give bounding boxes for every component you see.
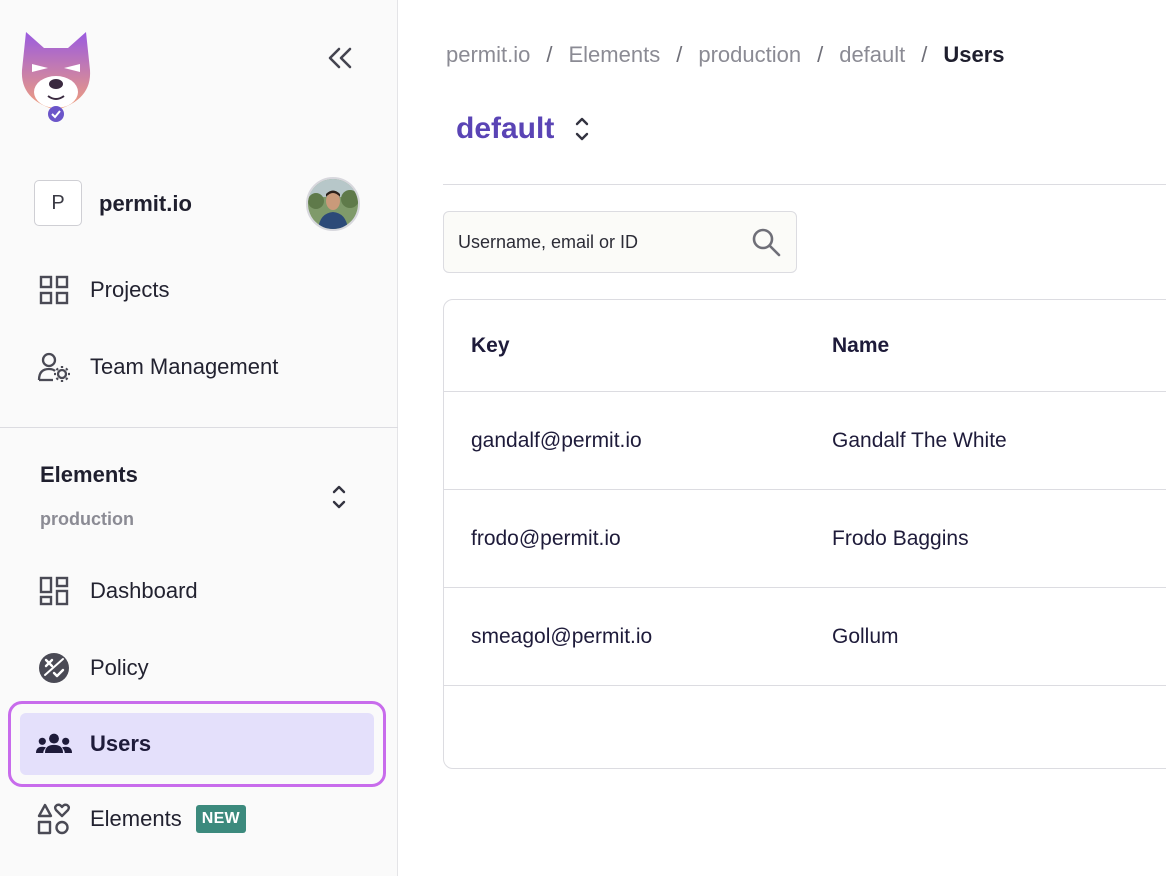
sidebar-item-label: Dashboard: [90, 578, 198, 603]
user-key-cell: gandalf@permit.io: [471, 428, 642, 452]
search-icon[interactable]: [750, 226, 782, 258]
column-header-key[interactable]: Key: [471, 300, 510, 391]
sidebar-item-projects[interactable]: Projects: [20, 259, 374, 321]
sidebar-item-label: Team Management: [90, 354, 279, 379]
chevron-up-down-icon: [332, 485, 346, 509]
search-input[interactable]: [458, 212, 748, 272]
policy-icon: [36, 650, 72, 686]
user-key-cell: smeagol@permit.io: [471, 624, 653, 648]
org-name: permit.io: [99, 191, 192, 216]
table-row[interactable]: gandalf@permit.io Gandalf The White: [444, 392, 1166, 490]
tenant-switcher[interactable]: default: [456, 112, 592, 146]
user-name-cell: Gollum: [832, 624, 899, 648]
search-box: [443, 211, 797, 273]
breadcrumb-item-org[interactable]: permit.io: [446, 42, 530, 68]
chevron-up-down-icon: [572, 114, 592, 144]
permit-logo-icon[interactable]: [18, 30, 94, 124]
environment-name: production: [40, 509, 134, 529]
user-name-cell: Gandalf The White: [832, 428, 1007, 452]
users-icon: [36, 726, 72, 762]
sidebar-item-label: Users: [90, 731, 152, 756]
sidebar-item-elements[interactable]: Elements NEW: [20, 788, 374, 850]
breadcrumb-item-project[interactable]: Elements: [568, 42, 660, 68]
user-name-cell: Frodo Baggins: [832, 526, 969, 550]
double-chevron-left-icon: [328, 47, 352, 69]
project-name: Elements: [40, 462, 138, 487]
sidebar-item-label: Projects: [90, 277, 170, 302]
sidebar-divider: [0, 427, 398, 428]
environment-switcher-button[interactable]: [324, 482, 354, 512]
breadcrumb-separator: /: [817, 42, 824, 67]
sidebar-item-users[interactable]: Users: [20, 713, 374, 775]
dashboard-icon: [36, 573, 72, 609]
header-divider: [443, 184, 1166, 185]
table-row[interactable]: frodo@permit.io Frodo Baggins: [444, 490, 1166, 588]
sidebar-item-label: Policy: [90, 655, 149, 680]
table-row[interactable]: smeagol@permit.io Gollum: [444, 588, 1166, 686]
grid-icon: [36, 272, 72, 308]
user-gear-icon: [36, 349, 72, 385]
collapse-sidebar-button[interactable]: [322, 40, 358, 76]
shapes-icon: [36, 801, 72, 837]
users-table: Key Name gandalf@permit.io Gandalf The W…: [443, 299, 1166, 769]
sidebar-item-label: Elements: [90, 806, 182, 831]
new-badge: NEW: [195, 805, 246, 833]
breadcrumb-separator: /: [546, 42, 553, 67]
table-header-row: Key Name: [444, 300, 1166, 392]
column-header-name[interactable]: Name: [832, 300, 889, 391]
breadcrumb-item-current: Users: [943, 42, 1005, 67]
sidebar-item-team-management[interactable]: Team Management: [20, 336, 374, 398]
breadcrumb-separator: /: [676, 42, 683, 67]
org-initial: P: [34, 180, 82, 226]
breadcrumb-item-environment[interactable]: production: [698, 42, 801, 68]
breadcrumb: permit.io / Elements / production / defa…: [446, 42, 1005, 68]
tenant-name: default: [456, 112, 555, 145]
sidebar-item-dashboard[interactable]: Dashboard: [20, 560, 374, 622]
user-avatar[interactable]: [306, 177, 360, 231]
breadcrumb-item-tenant[interactable]: default: [839, 42, 905, 68]
breadcrumb-separator: /: [921, 42, 928, 67]
sidebar: P permit.io Projects Team Management Ele…: [0, 0, 398, 876]
user-key-cell: frodo@permit.io: [471, 526, 621, 550]
sidebar-item-policy[interactable]: Policy: [20, 637, 374, 699]
org-switcher[interactable]: P permit.io: [34, 177, 364, 231]
